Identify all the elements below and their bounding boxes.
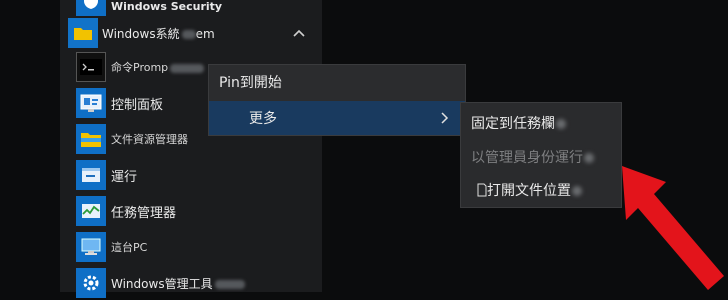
- chevron-up-icon[interactable]: [292, 28, 306, 38]
- start-item-this-pc[interactable]: 這台PC: [60, 230, 322, 264]
- more-submenu: 固定到任務欄 以管理員身份運行 打開文件位置: [460, 102, 622, 208]
- gear-icon: [76, 268, 106, 298]
- start-item-label: 控制面板: [111, 97, 164, 113]
- control-panel-icon: [76, 88, 106, 118]
- start-item-admin-tools[interactable]: Windows管理工具: [60, 266, 322, 300]
- start-item-label: Windows管理工具: [111, 275, 245, 292]
- more-menu-item[interactable]: 更多: [209, 101, 465, 135]
- task-manager-icon: [76, 196, 106, 226]
- start-item-task-manager[interactable]: 任務管理器: [60, 194, 322, 228]
- start-item-label: 命令Promp: [111, 59, 205, 75]
- start-item-label: Windows Security: [111, 0, 223, 13]
- computer-icon: [76, 232, 106, 262]
- file-explorer-icon: [76, 124, 106, 154]
- file-icon: [477, 183, 487, 197]
- chevron-right-icon: [441, 112, 449, 124]
- pin-to-start-label: Pin到開始: [219, 75, 282, 91]
- more-label: 更多: [249, 111, 277, 127]
- start-item-label: 運行: [111, 169, 138, 185]
- pin-to-taskbar-label: 固定到任務欄: [471, 113, 566, 133]
- run-as-admin-label: 以管理員身份運行: [471, 147, 594, 167]
- open-file-location-item[interactable]: 打開文件位置: [461, 173, 621, 207]
- pin-to-start-item[interactable]: Pin到開始: [209, 65, 465, 99]
- terminal-icon: [76, 52, 106, 82]
- start-item-label: 這台PC: [111, 241, 148, 254]
- red-arrow-annotation: [622, 166, 724, 290]
- shield-icon: [76, 0, 106, 16]
- start-item-label: 文件資源管理器: [111, 133, 188, 146]
- folder-icon: [68, 18, 98, 48]
- context-menu: Pin到開始 更多: [208, 64, 466, 136]
- pin-to-taskbar-item[interactable]: 固定到任務欄: [461, 106, 621, 140]
- start-item-label: 任務管理器: [111, 205, 177, 221]
- start-menu: Windows Security Windows系統 em 命令Promp 控制面…: [60, 0, 322, 298]
- start-folder-windows-system[interactable]: Windows系統 em: [60, 16, 322, 50]
- run-as-admin-item[interactable]: 以管理員身份運行: [461, 140, 621, 174]
- folder-label: Windows系統 em: [102, 26, 215, 41]
- open-file-location-label: 打開文件位置: [487, 180, 582, 200]
- start-item-run[interactable]: 運行: [60, 158, 322, 192]
- run-icon: [76, 160, 106, 190]
